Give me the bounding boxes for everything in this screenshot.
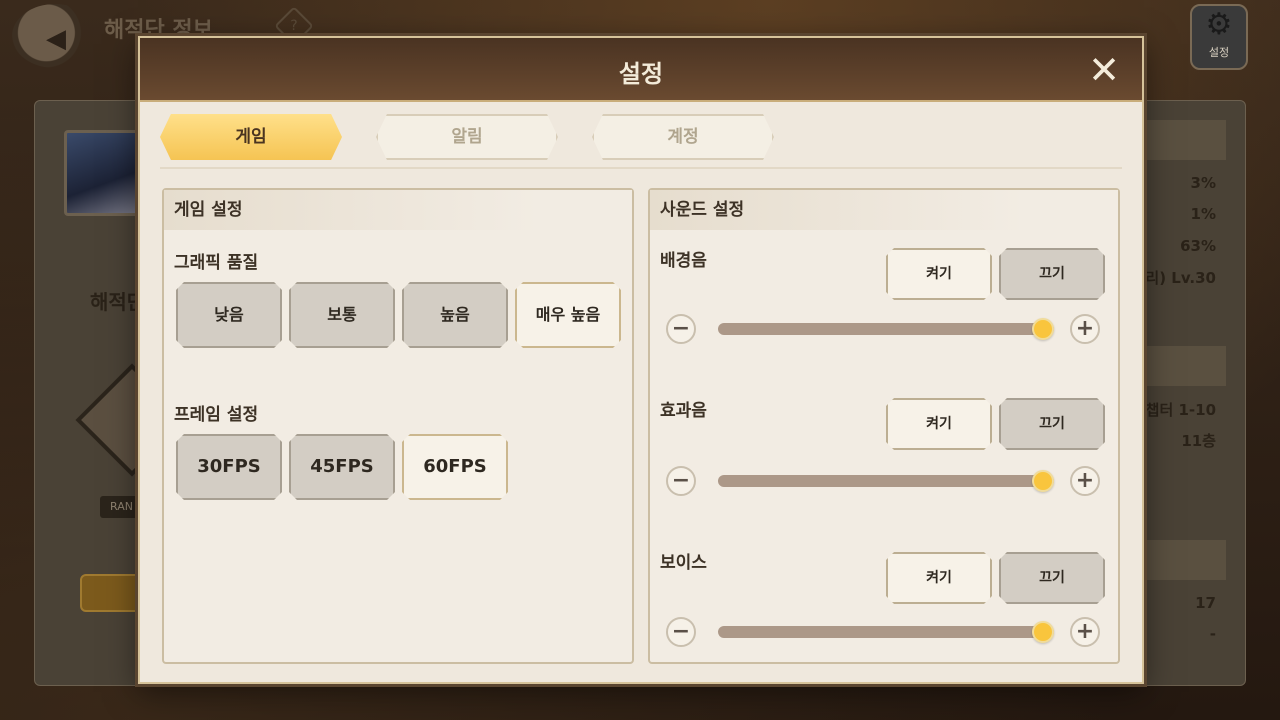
background-stat: 챕터 1-10 [1145, 401, 1216, 419]
background-bar [1140, 540, 1226, 580]
tab-notifications[interactable]: 알림 [376, 114, 558, 160]
tab-game[interactable]: 게임 [160, 114, 342, 160]
plus-icon: + [1075, 316, 1095, 341]
sfx-label: 효과음 [660, 401, 707, 421]
voice-minus-button[interactable]: − [666, 617, 696, 647]
sfx-off-button[interactable]: 끄기 [999, 398, 1105, 450]
background-stat: - [1209, 625, 1216, 643]
section-header: 게임 설정 [164, 190, 632, 230]
plus-icon: + [1075, 468, 1095, 493]
background-stat: (리) Lv.30 [1138, 269, 1216, 287]
voice-volume-slider[interactable] [718, 621, 1054, 643]
bgm-volume-slider[interactable] [718, 318, 1054, 340]
slider-thumb[interactable] [1032, 470, 1054, 492]
dialog-header: 설정 ✕ [140, 38, 1142, 102]
background-bar [1140, 120, 1226, 160]
background-stat: 3% [1190, 174, 1216, 192]
tab-account[interactable]: 계정 [592, 114, 774, 160]
graphics-quality-label: 그래픽 품질 [174, 253, 259, 273]
sfx-volume-slider[interactable] [718, 470, 1054, 492]
sfx-plus-button[interactable]: + [1070, 466, 1100, 496]
bgm-plus-button[interactable]: + [1070, 314, 1100, 344]
voice-label: 보이스 [660, 553, 707, 573]
background-stat: 63% [1180, 237, 1216, 255]
frame-setting-label: 프레임 설정 [174, 405, 259, 425]
bgm-off-button[interactable]: 끄기 [999, 248, 1105, 300]
background-stat: 17 [1195, 594, 1216, 612]
back-button[interactable]: ◀ [12, 4, 98, 68]
fps-60-button[interactable]: 60FPS [402, 434, 508, 500]
section-header: 사운드 설정 [650, 190, 1118, 230]
voice-plus-button[interactable]: + [1070, 617, 1100, 647]
background-left-title: 해적단 [90, 290, 146, 314]
settings-button-label: 설정 [1208, 46, 1230, 59]
fps-45-button[interactable]: 45FPS [289, 434, 395, 500]
fps-30-button[interactable]: 30FPS [176, 434, 282, 500]
bgm-label: 배경음 [660, 251, 707, 271]
background-bar [1140, 346, 1226, 386]
bgm-minus-button[interactable]: − [666, 314, 696, 344]
background-stat: 11층 [1181, 432, 1216, 450]
background-stat: 1% [1190, 205, 1216, 223]
voice-on-button[interactable]: 켜기 [886, 552, 992, 604]
sfx-on-button[interactable]: 켜기 [886, 398, 992, 450]
divider [160, 167, 1122, 169]
graphics-high-button[interactable]: 높음 [402, 282, 508, 348]
settings-button[interactable]: ⚙ 설정 [1190, 4, 1248, 70]
graphics-medium-button[interactable]: 보통 [289, 282, 395, 348]
plus-icon: + [1075, 619, 1095, 644]
settings-dialog: 설정 ✕ 게임 알림 계정 게임 설정 그래픽 품질 낮음 보통 높음 매우 높… [138, 36, 1144, 684]
graphics-low-button[interactable]: 낮음 [176, 282, 282, 348]
game-settings-section: 게임 설정 그래픽 품질 낮음 보통 높음 매우 높음 프레임 설정 30FPS… [162, 188, 634, 664]
minus-icon: − [671, 468, 691, 493]
sfx-minus-button[interactable]: − [666, 466, 696, 496]
close-button[interactable]: ✕ [1084, 50, 1124, 90]
slider-thumb[interactable] [1032, 621, 1054, 643]
minus-icon: − [671, 316, 691, 341]
minus-icon: − [671, 619, 691, 644]
bgm-on-button[interactable]: 켜기 [886, 248, 992, 300]
avatar [64, 130, 144, 216]
dialog-title: 설정 [618, 60, 664, 88]
graphics-very-high-button[interactable]: 매우 높음 [515, 282, 621, 348]
sound-settings-section: 사운드 설정 배경음 켜기 끄기 − + 효과음 켜기 끄기 − + 보이스 켜… [648, 188, 1120, 664]
slider-thumb[interactable] [1032, 318, 1054, 340]
gear-icon: ⚙ [1205, 7, 1233, 42]
back-arrow-icon: ◀ [46, 24, 66, 54]
voice-off-button[interactable]: 끄기 [999, 552, 1105, 604]
